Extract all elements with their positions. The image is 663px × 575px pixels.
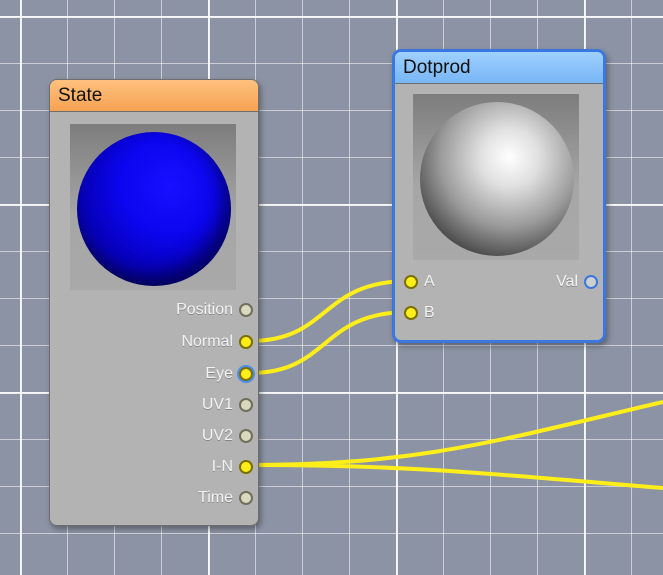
dotprod-input-b: B	[404, 303, 435, 323]
dotprod-input-a: A	[404, 272, 435, 292]
state-node[interactable]: State Position Normal Eye UV1 UV2 I-N Ti…	[49, 79, 259, 526]
output-port[interactable]	[239, 398, 253, 412]
state-output-position: Position	[176, 300, 253, 320]
state-output-label: UV1	[201, 396, 233, 413]
node-editor-canvas[interactable]: { "nodes": { "state": { "title": "State"…	[0, 0, 663, 575]
output-port[interactable]	[239, 367, 253, 381]
wire-in-upper[interactable]	[249, 400, 663, 467]
output-port[interactable]	[584, 275, 598, 289]
dotprod-preview	[413, 94, 579, 260]
state-output-label: Eye	[205, 365, 233, 382]
input-port[interactable]	[404, 275, 418, 289]
dotprod-node[interactable]: Dotprod A B Val	[392, 49, 606, 343]
state-output-label: I-N	[211, 458, 233, 475]
dotprod-input-label: A	[424, 273, 435, 290]
wire-normal-to-a[interactable]	[249, 279, 410, 343]
dotprod-output-label: Val	[556, 273, 578, 290]
output-port[interactable]	[239, 303, 253, 317]
state-output-label: Position	[176, 301, 233, 318]
wire-eye-to-b[interactable]	[249, 310, 410, 375]
output-port[interactable]	[239, 460, 253, 474]
state-output-in: I-N	[212, 457, 253, 477]
dotprod-output-val: Val	[556, 272, 598, 292]
state-preview-sphere	[77, 132, 231, 286]
dotprod-input-label: B	[424, 304, 435, 321]
state-output-label: Time	[198, 489, 233, 506]
state-output-label: UV2	[201, 427, 233, 444]
output-port[interactable]	[239, 491, 253, 505]
wire-in-lower[interactable]	[249, 463, 663, 490]
state-output-uv2: UV2	[202, 426, 253, 446]
output-port[interactable]	[239, 429, 253, 443]
state-output-time: Time	[198, 488, 253, 508]
dotprod-node-title[interactable]: Dotprod	[395, 52, 603, 84]
state-node-title[interactable]: State	[50, 80, 258, 112]
state-output-normal: Normal	[181, 332, 253, 352]
state-preview	[70, 124, 236, 290]
output-port[interactable]	[239, 335, 253, 349]
state-output-eye: Eye	[205, 364, 253, 384]
state-output-uv1: UV1	[202, 395, 253, 415]
state-output-label: Normal	[181, 333, 233, 350]
dotprod-preview-sphere	[420, 102, 574, 256]
input-port[interactable]	[404, 306, 418, 320]
